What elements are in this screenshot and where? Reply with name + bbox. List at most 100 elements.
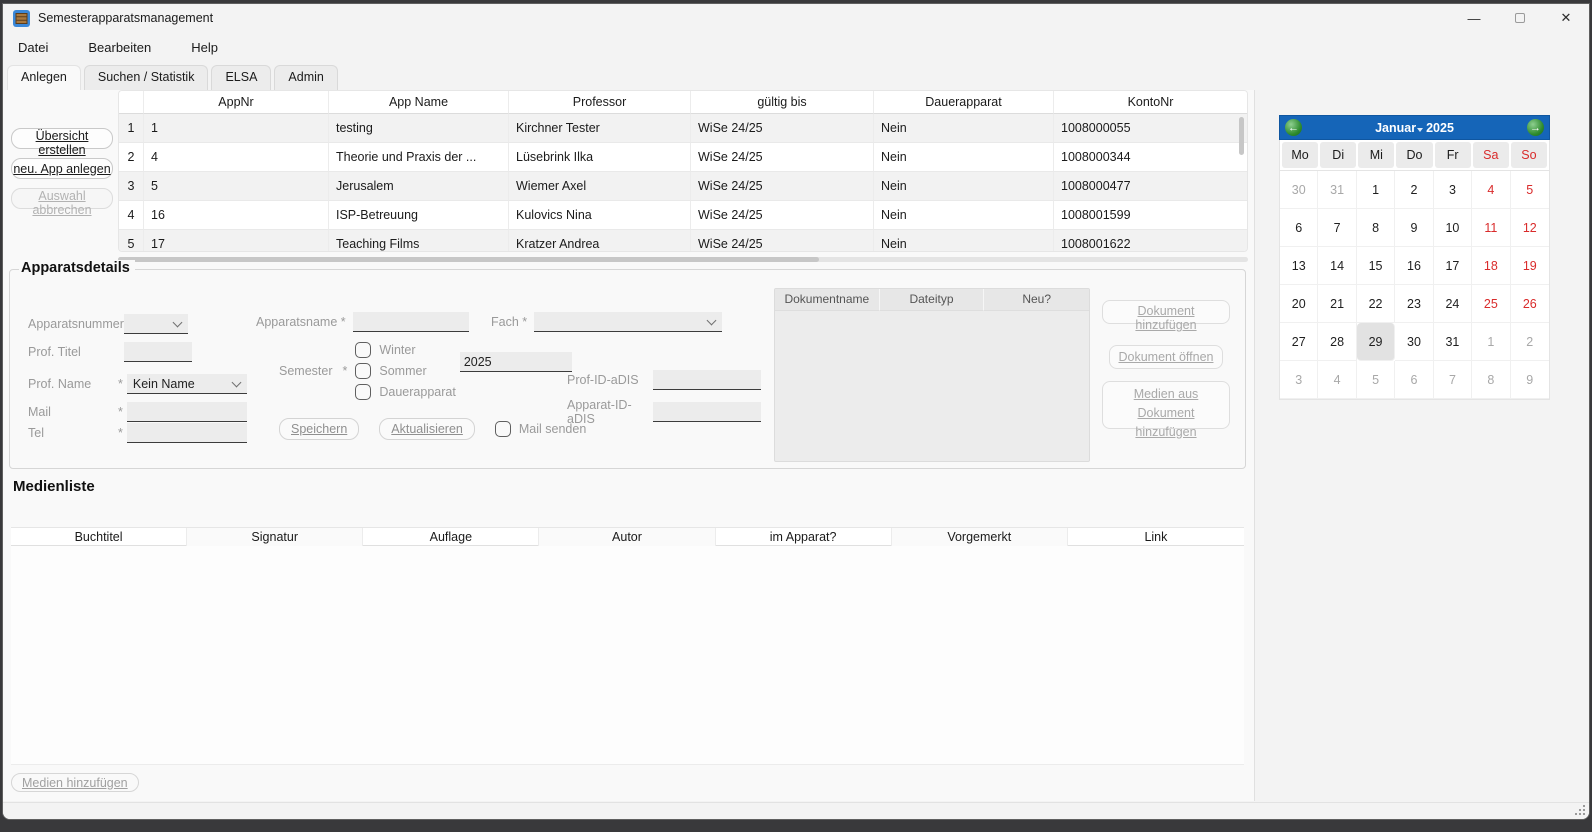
calendar-day[interactable]: 2 [1511,323,1549,361]
calendar-day[interactable]: 6 [1395,361,1433,399]
tab-admin[interactable]: Admin [274,65,337,90]
calendar-day[interactable]: 28 [1318,323,1356,361]
calendar-day[interactable]: 5 [1357,361,1395,399]
calendar-day[interactable]: 13 [1280,247,1318,285]
calendar-day[interactable]: 25 [1472,285,1510,323]
horizontal-scrollbar[interactable] [118,257,1248,262]
apparat-id-input[interactable] [653,402,761,422]
app-table-header-kontonr[interactable]: KontoNr [1054,91,1247,114]
year-input[interactable] [460,352,572,372]
calendar-day[interactable]: 27 [1280,323,1318,361]
tab-elsa[interactable]: ELSA [211,65,271,90]
app-table-header-professor[interactable]: Professor [509,91,691,114]
calendar-day[interactable]: 19 [1511,247,1549,285]
calendar-day[interactable]: 17 [1434,247,1472,285]
table-row[interactable]: 5 17 Teaching Films Kratzer Andrea WiSe … [119,230,1247,252]
uebersicht-erstellen-button[interactable]: Übersicht erstellen [11,128,113,149]
menu-item-bearbeiten[interactable]: Bearbeiten [88,36,167,59]
prof-id-input[interactable] [653,370,761,390]
sommer-checkbox[interactable] [355,363,371,379]
dokument-oeffnen-button[interactable]: Dokument öffnen [1109,345,1223,369]
maximize-button[interactable] [1497,4,1543,32]
tel-input[interactable] [127,423,247,443]
calendar-day[interactable]: 8 [1472,361,1510,399]
medien-header-signatur[interactable]: Signatur [187,528,363,546]
medien-header-link[interactable]: Link [1068,528,1244,546]
table-row[interactable]: 4 16 ISP-Betreuung Kulovics Nina WiSe 24… [119,201,1247,230]
doc-header-dateityp[interactable]: Dateityp [880,289,985,311]
year-label[interactable]: 2025 [1426,121,1454,135]
doc-header-dokumentname[interactable]: Dokumentname [775,289,880,311]
medien-header-auflage[interactable]: Auflage [363,528,539,546]
app-table-header-appname[interactable]: App Name [329,91,509,114]
menu-item-datei[interactable]: Datei [18,36,64,59]
neu-app-anlegen-button[interactable]: neu. App anlegen [11,158,113,179]
mail-input[interactable] [127,402,247,422]
calendar-day[interactable]: 1 [1472,323,1510,361]
app-table-header-appnr[interactable]: AppNr [144,91,329,114]
calendar-day[interactable]: 3 [1434,171,1472,209]
medien-header-vorgemerkt[interactable]: Vorgemerkt [892,528,1068,546]
minimize-button[interactable]: — [1451,4,1497,32]
calendar-day[interactable]: 6 [1280,209,1318,247]
medien-header-im-apparat[interactable]: im Apparat? [716,528,892,546]
table-row[interactable]: 3 5 Jerusalem Wiemer Axel WiSe 24/25 Nei… [119,172,1247,201]
calendar-day[interactable]: 26 [1511,285,1549,323]
calendar-day[interactable]: 30 [1395,323,1433,361]
calendar-day[interactable]: 10 [1434,209,1472,247]
medien-aus-dokument-button[interactable]: Medien aus Dokument hinzufügen [1102,381,1230,429]
calendar-day[interactable]: 9 [1511,361,1549,399]
mail-senden-checkbox[interactable] [495,421,511,437]
calendar-day[interactable]: 11 [1472,209,1510,247]
calendar-day[interactable]: 4 [1472,171,1510,209]
medien-hinzufuegen-button[interactable]: Medien hinzufügen [11,773,139,792]
resize-grip[interactable] [1583,813,1585,815]
calendar-day[interactable]: 7 [1318,209,1356,247]
month-label[interactable]: Januar [1375,121,1416,135]
calendar-day[interactable]: 22 [1357,285,1395,323]
calendar-day[interactable]: 30 [1280,171,1318,209]
auswahl-abbrechen-button[interactable]: Auswahl abbrechen [11,188,113,209]
app-table-header-gueltig[interactable]: gültig bis [691,91,874,114]
calendar-day[interactable]: 14 [1318,247,1356,285]
calendar-day[interactable]: 1 [1357,171,1395,209]
doc-header-neu[interactable]: Neu? [984,289,1089,311]
calendar-day[interactable]: 3 [1280,361,1318,399]
calendar-day[interactable]: 4 [1318,361,1356,399]
prev-month-button[interactable]: ← [1285,119,1302,136]
prof-titel-input[interactable] [124,342,192,362]
fach-select[interactable] [534,312,722,332]
calendar-day[interactable]: 20 [1280,285,1318,323]
calendar-day[interactable]: 31 [1434,323,1472,361]
dauerapparat-checkbox[interactable] [355,384,371,400]
medien-header-autor[interactable]: Autor [539,528,715,546]
prof-name-select[interactable]: Kein Name [127,374,247,394]
calendar-day[interactable]: 12 [1511,209,1549,247]
apparatsnummer-select[interactable] [124,314,188,334]
dokument-hinzufuegen-button[interactable]: Dokument hinzufügen [1102,300,1230,324]
calendar-day[interactable]: 21 [1318,285,1356,323]
calendar-day[interactable]: 2 [1395,171,1433,209]
app-table-header-dauerapparat[interactable]: Dauerapparat [874,91,1054,114]
scrollbar-thumb[interactable] [118,257,819,262]
calendar-day[interactable]: 23 [1395,285,1433,323]
winter-checkbox[interactable] [355,342,371,358]
calendar-day[interactable]: 18 [1472,247,1510,285]
speichern-button[interactable]: Speichern [279,418,359,440]
tab-suchen-statistik[interactable]: Suchen / Statistik [84,65,209,90]
apparatsname-input[interactable] [353,312,469,332]
close-button[interactable]: ✕ [1543,4,1589,32]
calendar-day[interactable]: 29 [1357,323,1395,361]
calendar-day[interactable]: 5 [1511,171,1549,209]
tab-anlegen[interactable]: Anlegen [7,65,81,90]
calendar-day[interactable]: 9 [1395,209,1433,247]
table-row[interactable]: 2 4 Theorie und Praxis der ... Lüsebrink… [119,143,1247,172]
calendar-day[interactable]: 7 [1434,361,1472,399]
medien-header-buchtitel[interactable]: Buchtitel [11,528,187,546]
calendar-day[interactable]: 31 [1318,171,1356,209]
calendar-day[interactable]: 24 [1434,285,1472,323]
month-year-label[interactable]: Januar 2025 [1307,121,1522,135]
calendar-day[interactable]: 16 [1395,247,1433,285]
menu-item-help[interactable]: Help [191,36,234,59]
calendar-day[interactable]: 8 [1357,209,1395,247]
